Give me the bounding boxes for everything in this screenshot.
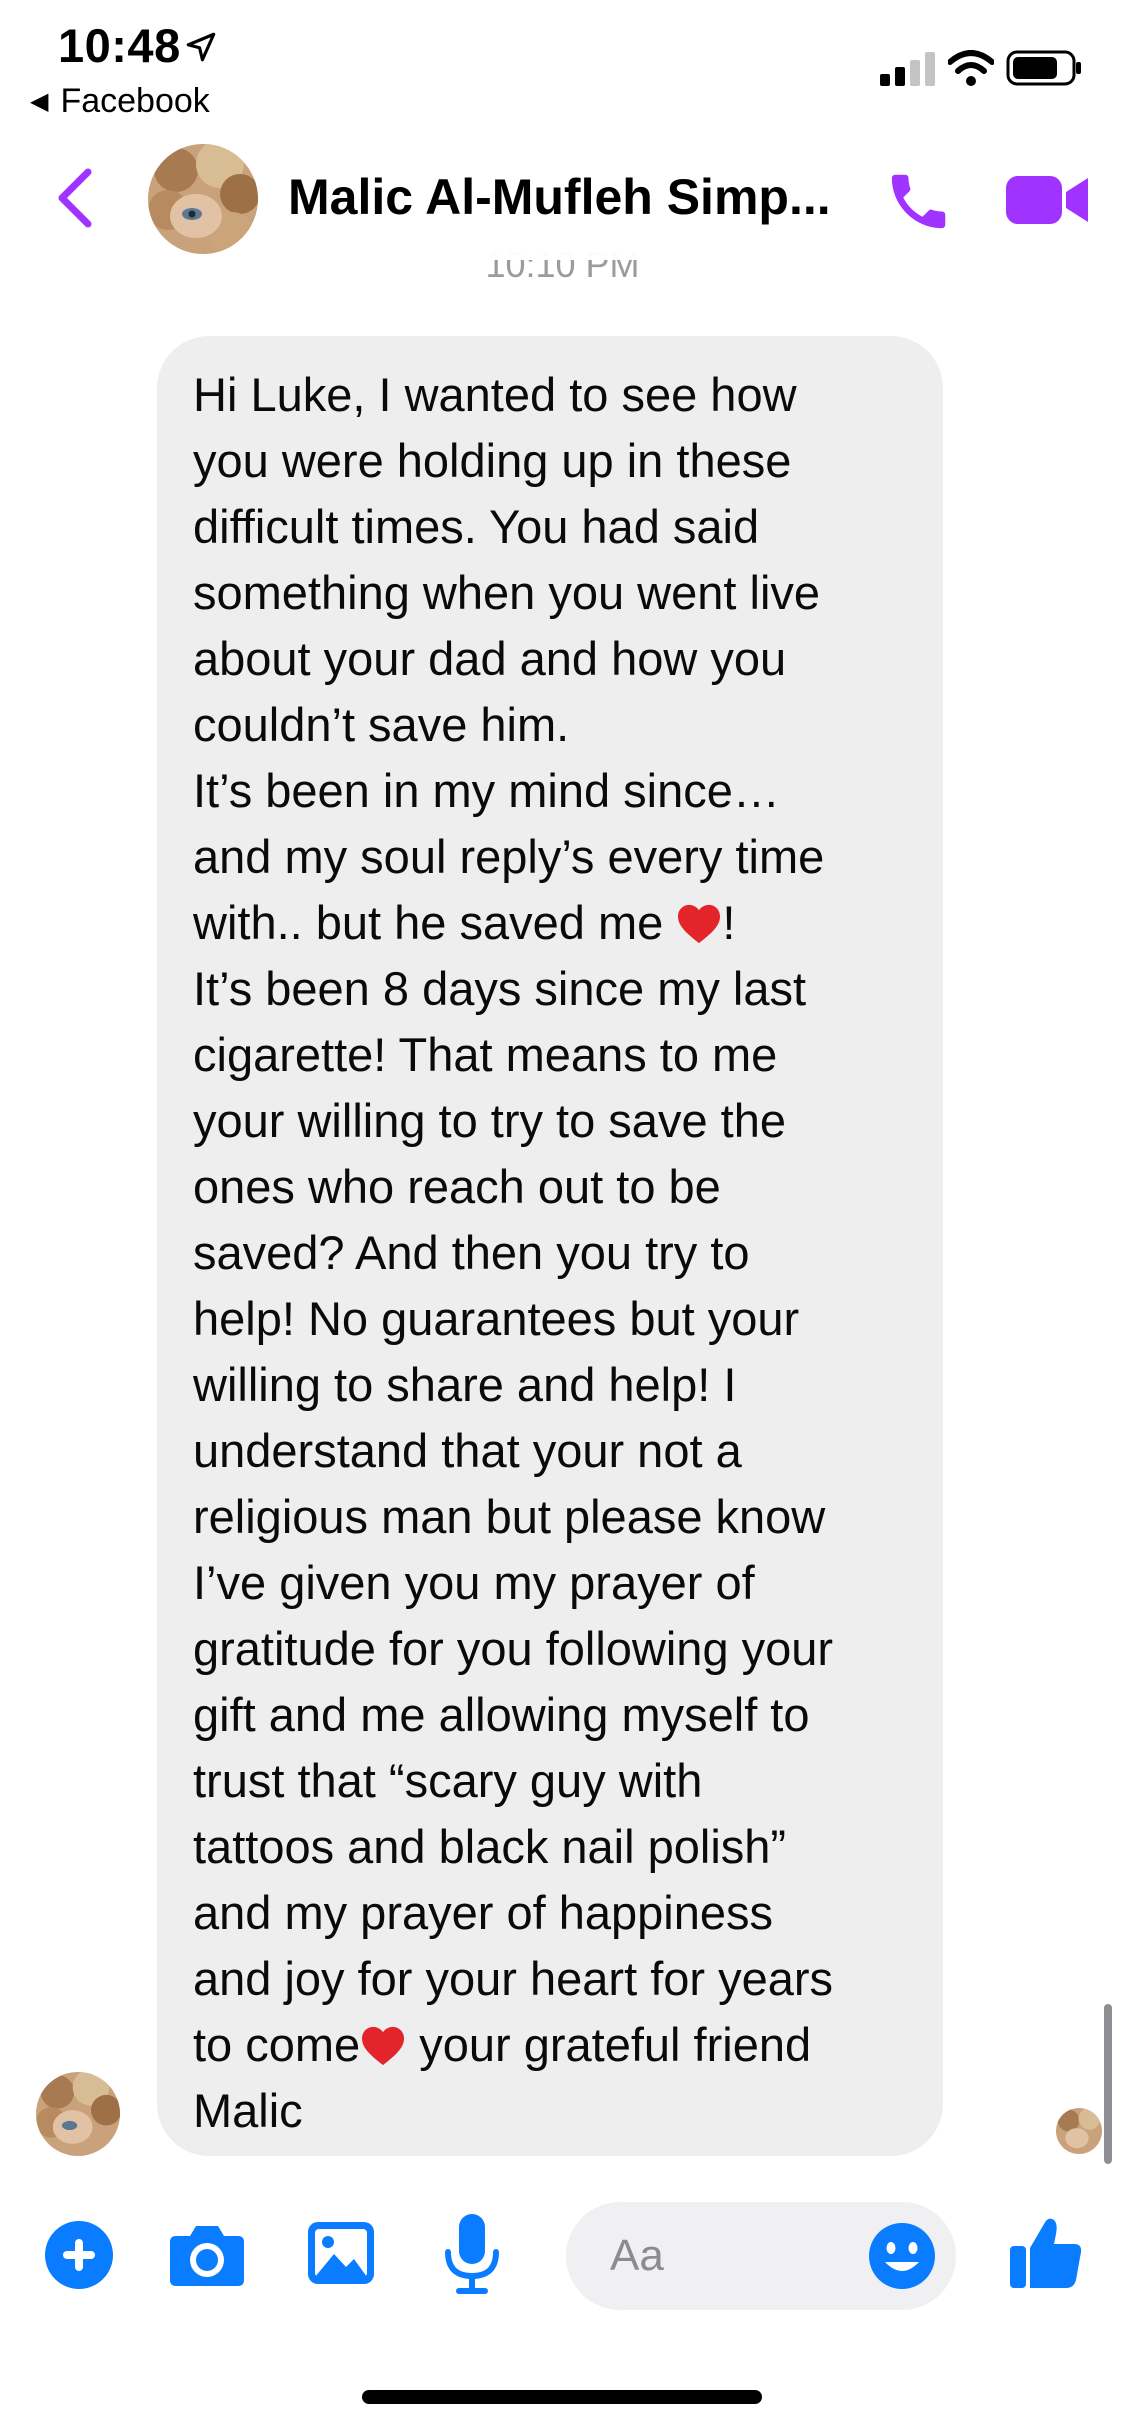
message-line: with.. but he saved me ! [193,890,915,956]
contact-name[interactable]: Malic Al-Mufleh Simp... [288,168,831,226]
wifi-icon [948,50,994,86]
message-text: with.. but he saved me [193,896,664,949]
message-line: ones who reach out to be [193,1160,721,1213]
message-line: Malic [193,2084,303,2137]
message-line: understand that your not a [193,1424,742,1477]
message-line: couldn’t save him. [193,698,570,751]
message-line: and joy for your heart for years [193,1952,834,2005]
message-line: and my prayer of happiness [193,1886,773,1939]
message-line: I’ve given you my prayer of [193,1556,755,1609]
message-text: to come [193,2018,361,2071]
location-arrow-icon [186,32,216,62]
message-line: gift and me allowing myself to [193,1688,810,1741]
microphone-icon[interactable] [442,2212,502,2298]
message-text: your grateful friend [406,2018,812,2071]
message-line: tattoos and black nail polish” [193,1820,787,1873]
message-line: about your dad and how you [193,632,787,685]
message-line: Hi Luke, I wanted to see how [193,368,797,421]
message-line: religious man but please know [193,1490,826,1543]
message-line: It’s been 8 days since my last [193,962,807,1015]
message-text: ! [722,896,736,949]
message-line: you were holding up in these [193,434,792,487]
contact-avatar[interactable] [148,144,258,254]
message-line: something when you went live [193,566,821,619]
camera-icon[interactable] [168,2220,246,2290]
read-receipt-avatar [1056,2108,1102,2154]
message-line: your willing to try to save the [193,1094,786,1147]
sender-avatar[interactable] [36,2072,120,2156]
message-bubble[interactable]: Hi Luke, I wanted to see how you were ho… [157,336,943,2156]
heart-icon [362,2026,405,2066]
avatar-photo [148,144,258,254]
emoji-icon[interactable] [868,2222,936,2290]
back-chevron-icon[interactable] [52,166,96,230]
message-line: willing to share and help! I [193,1358,737,1411]
message-line: gratitude for you following your [193,1622,834,1675]
message-line: saved? And then you try to [193,1226,750,1279]
message-line: and my soul reply’s every time [193,830,825,883]
heart-icon [678,904,721,944]
phone-icon[interactable] [884,166,954,236]
video-camera-icon[interactable] [1006,172,1090,228]
message-line: trust that “scary guy with [193,1754,703,1807]
message-line: cigarette! That means to me [193,1028,778,1081]
conversation-header: Malic Al-Mufleh Simp... [0,130,1125,260]
messenger-screen: 10:10 PM 10:48 ◀ Facebook Malic Al-Mufle… [0,0,1125,2436]
status-time: 10:48 [58,19,181,72]
message-line: help! No guarantees but your [193,1292,800,1345]
avatar-photo [1056,2108,1102,2154]
message-line: difficult times. You had said [193,500,760,553]
back-to-facebook-link[interactable]: ◀ Facebook [30,82,210,121]
scrollbar[interactable] [1104,2004,1112,2164]
battery-icon [1006,50,1081,86]
plus-icon[interactable] [44,2220,114,2290]
back-triangle-icon: ◀ [30,88,49,115]
message-line: to come your grateful friend [193,2012,915,2078]
thumbs-up-icon[interactable] [1008,2214,1084,2290]
avatar-photo [36,2072,120,2156]
message-composer [0,2196,1125,2326]
signal-icon [880,52,935,86]
back-app-label: Facebook [60,82,210,120]
image-icon[interactable] [306,2220,376,2286]
message-line: It’s been in my mind since… [193,764,780,817]
home-indicator[interactable] [362,2390,762,2404]
